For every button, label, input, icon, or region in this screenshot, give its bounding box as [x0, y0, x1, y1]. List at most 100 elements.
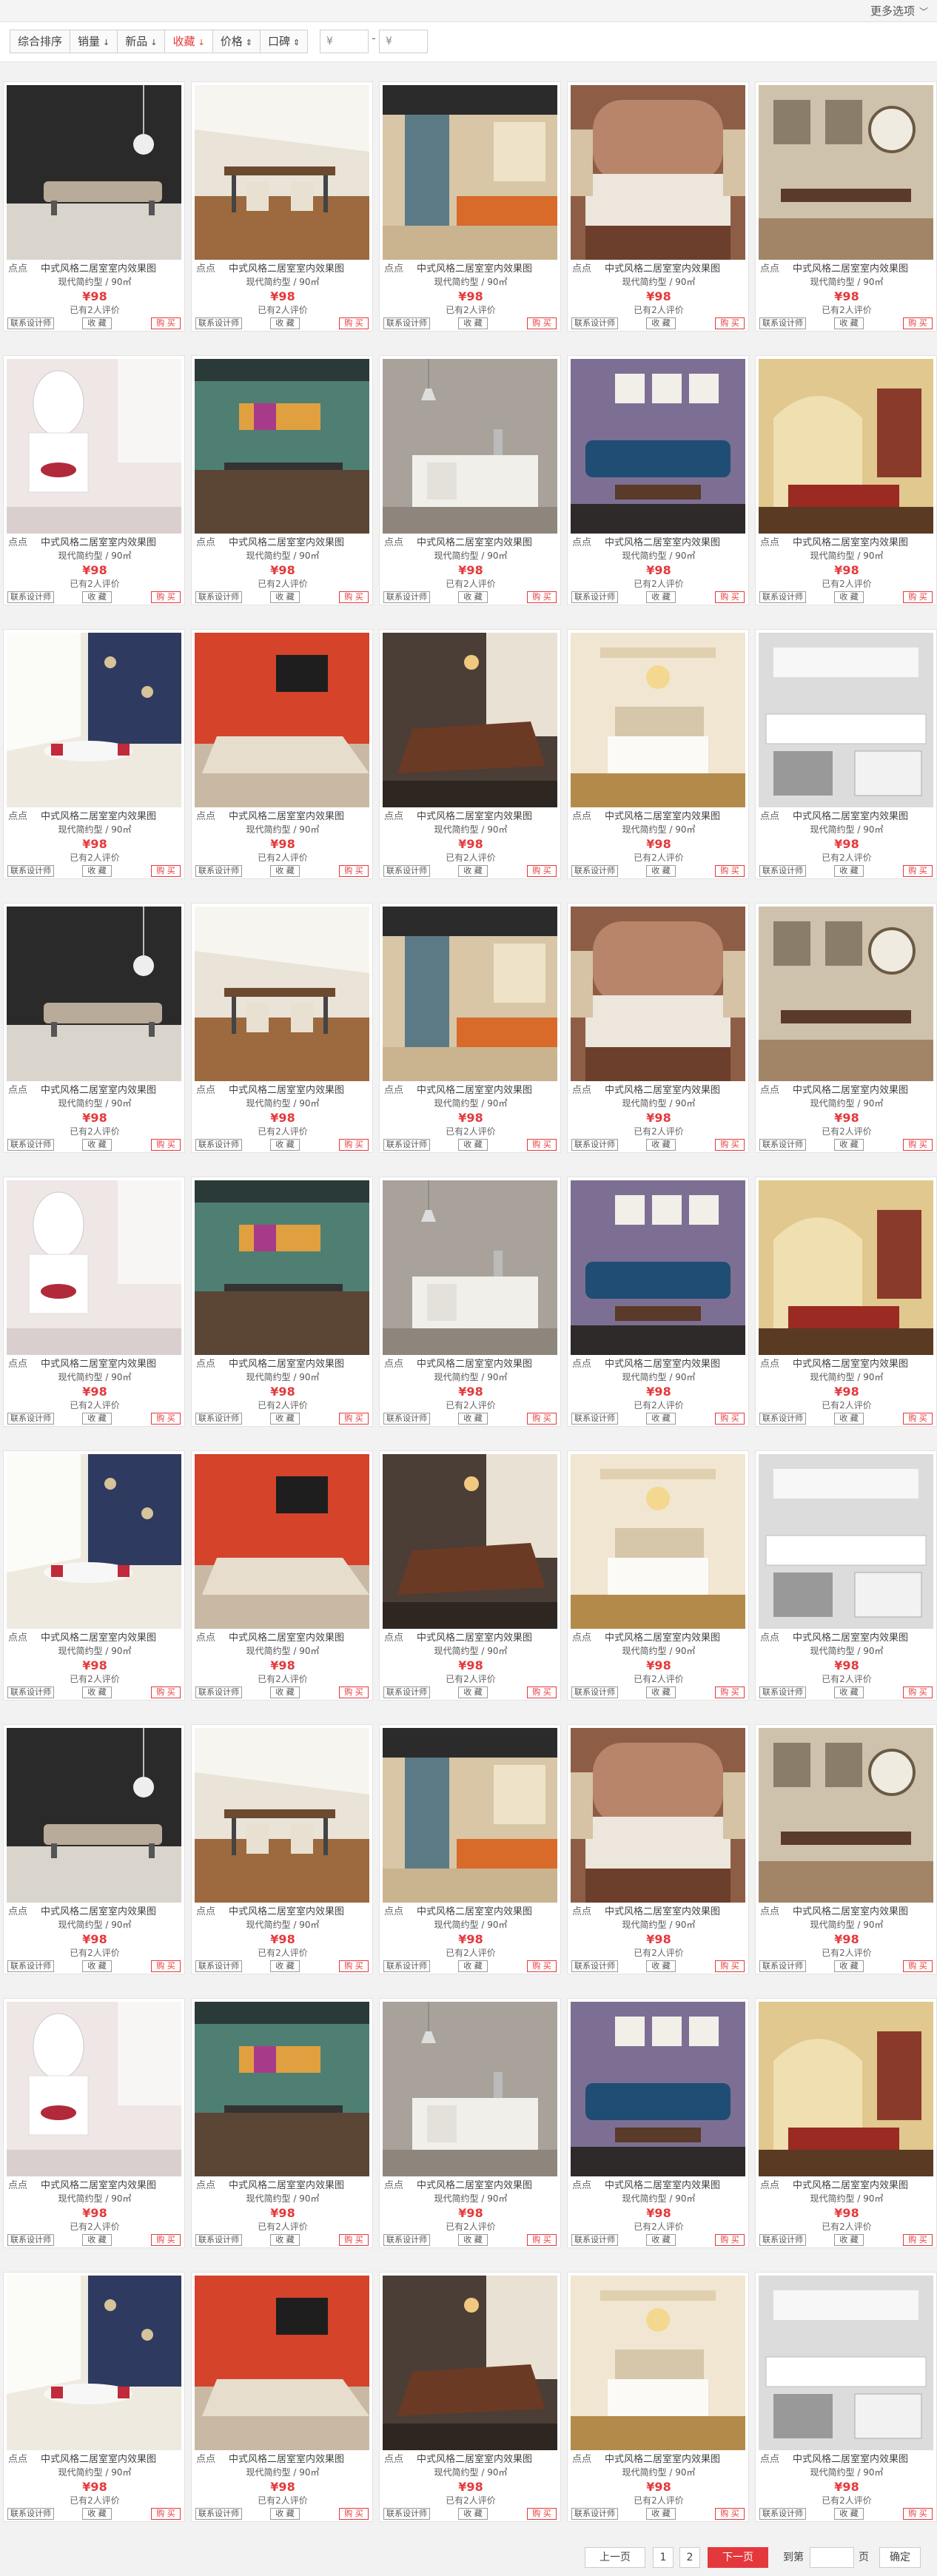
buy-button[interactable]: 购 买 [715, 1686, 745, 1698]
buy-button[interactable]: 购 买 [715, 1139, 745, 1151]
buy-button[interactable]: 购 买 [339, 2508, 369, 2520]
favorite-button[interactable]: 收 藏 [834, 2234, 864, 2246]
product-card[interactable]: 点点 中式风格二居室室内效果图 现代简约型 / 90㎡ ¥98 已有2人评价 联系设计师收… [379, 1450, 561, 1701]
product-image[interactable] [383, 633, 557, 807]
product-card[interactable]: 点点 中式风格二居室室内效果图 现代简约型 / 90㎡ ¥98 已有2人评价 联系设计师收… [755, 2272, 937, 2522]
product-title[interactable]: 点点 中式风格二居室室内效果图 [568, 263, 750, 275]
product-image[interactable] [7, 633, 181, 807]
product-image[interactable] [571, 1728, 745, 1903]
buy-button[interactable]: 购 买 [151, 1960, 181, 1972]
page-2-button[interactable]: 2 [679, 2547, 700, 2568]
buy-button[interactable]: 购 买 [527, 317, 557, 329]
contact-designer-button[interactable]: 联系设计师 [383, 1960, 430, 1972]
product-card[interactable]: 点点 中式风格二居室室内效果图 现代简约型 / 90㎡ ¥98 已有2人评价 联系设计师收… [191, 81, 373, 332]
buy-button[interactable]: 购 买 [903, 1686, 933, 1698]
contact-designer-button[interactable]: 联系设计师 [7, 1960, 54, 1972]
product-card[interactable]: 点点 中式风格二居室室内效果图 现代简约型 / 90㎡ ¥98 已有2人评价 联系设计师收… [191, 2272, 373, 2522]
contact-designer-button[interactable]: 联系设计师 [571, 1960, 618, 1972]
product-title[interactable]: 点点 中式风格二居室室内效果图 [192, 2180, 374, 2192]
product-image[interactable] [195, 1454, 369, 1629]
buy-button[interactable]: 购 买 [903, 591, 933, 603]
product-image[interactable] [759, 1180, 933, 1355]
contact-designer-button[interactable]: 联系设计师 [195, 1139, 242, 1151]
contact-designer-button[interactable]: 联系设计师 [195, 865, 242, 877]
favorite-button[interactable]: 收 藏 [458, 317, 488, 329]
product-card[interactable]: 点点 中式风格二居室室内效果图 现代简约型 / 90㎡ ¥98 已有2人评价 联系设计师收… [567, 903, 749, 1153]
product-image[interactable] [383, 2002, 557, 2176]
buy-button[interactable]: 购 买 [151, 865, 181, 877]
product-card[interactable]: 点点 中式风格二居室室内效果图 现代简约型 / 90㎡ ¥98 已有2人评价 联系设计师收… [379, 1724, 561, 1974]
product-card[interactable]: 点点 中式风格二居室室内效果图 现代简约型 / 90㎡ ¥98 已有2人评价 联系设计师收… [755, 903, 937, 1153]
product-title[interactable]: 点点 中式风格二居室室内效果图 [380, 1085, 562, 1097]
product-card[interactable]: 点点 中式风格二居室室内效果图 现代简约型 / 90㎡ ¥98 已有2人评价 联系设计师收… [567, 1450, 749, 1701]
buy-button[interactable]: 购 买 [339, 317, 369, 329]
favorite-button[interactable]: 收 藏 [834, 2508, 864, 2520]
product-image[interactable] [7, 1454, 181, 1629]
buy-button[interactable]: 购 买 [527, 1139, 557, 1151]
product-card[interactable]: 点点 中式风格二居室室内效果图 现代简约型 / 90㎡ ¥98 已有2人评价 联系设计师收… [191, 1450, 373, 1701]
buy-button[interactable]: 购 买 [151, 1413, 181, 1425]
product-card[interactable]: 点点 中式风格二居室室内效果图 现代简约型 / 90㎡ ¥98 已有2人评价 联系设计师收… [755, 1177, 937, 1427]
product-image[interactable] [195, 2276, 369, 2450]
product-title[interactable]: 点点 中式风格二居室室内效果图 [756, 811, 937, 823]
product-title[interactable]: 点点 中式风格二居室室内效果图 [192, 263, 374, 275]
product-image[interactable] [195, 633, 369, 807]
product-image[interactable] [383, 1454, 557, 1629]
product-title[interactable]: 点点 中式风格二居室室内效果图 [192, 811, 374, 823]
product-title[interactable]: 点点 中式风格二居室室内效果图 [756, 537, 937, 549]
product-card[interactable]: 点点 中式风格二居室室内效果图 现代简约型 / 90㎡ ¥98 已有2人评价 联系设计师收… [191, 1177, 373, 1427]
favorite-button[interactable]: 收 藏 [646, 1413, 676, 1425]
product-title[interactable]: 点点 中式风格二居室室内效果图 [568, 2180, 750, 2192]
contact-designer-button[interactable]: 联系设计师 [571, 865, 618, 877]
product-image[interactable] [7, 359, 181, 534]
buy-button[interactable]: 购 买 [527, 1960, 557, 1972]
product-title[interactable]: 点点 中式风格二居室室内效果图 [756, 1359, 937, 1371]
product-title[interactable]: 点点 中式风格二居室室内效果图 [4, 1906, 186, 1918]
product-title[interactable]: 点点 中式风格二居室室内效果图 [568, 2454, 750, 2466]
favorite-button[interactable]: 收 藏 [458, 1413, 488, 1425]
favorite-button[interactable]: 收 藏 [270, 2508, 300, 2520]
product-image[interactable] [383, 85, 557, 260]
buy-button[interactable]: 购 买 [903, 2234, 933, 2246]
product-image[interactable] [759, 2276, 933, 2450]
product-title[interactable]: 点点 中式风格二居室室内效果图 [4, 811, 186, 823]
product-card[interactable]: 点点 中式风格二居室室内效果图 现代简约型 / 90㎡ ¥98 已有2人评价 联系设计师收… [567, 1998, 749, 2248]
contact-designer-button[interactable]: 联系设计师 [383, 2508, 430, 2520]
product-image[interactable] [7, 2276, 181, 2450]
product-image[interactable] [7, 85, 181, 260]
favorite-button[interactable]: 收 藏 [646, 1686, 676, 1698]
favorite-button[interactable]: 收 藏 [82, 591, 112, 603]
buy-button[interactable]: 购 买 [527, 2508, 557, 2520]
contact-designer-button[interactable]: 联系设计师 [571, 1413, 618, 1425]
buy-button[interactable]: 购 买 [903, 317, 933, 329]
product-title[interactable]: 点点 中式风格二居室室内效果图 [4, 537, 186, 549]
product-card[interactable]: 点点 中式风格二居室室内效果图 现代简约型 / 90㎡ ¥98 已有2人评价 联系设计师收… [191, 1724, 373, 1974]
contact-designer-button[interactable]: 联系设计师 [759, 1686, 806, 1698]
product-image[interactable] [759, 907, 933, 1081]
favorite-button[interactable]: 收 藏 [458, 1960, 488, 1972]
favorite-button[interactable]: 收 藏 [834, 591, 864, 603]
favorite-button[interactable]: 收 藏 [646, 2508, 676, 2520]
buy-button[interactable]: 购 买 [715, 1413, 745, 1425]
contact-designer-button[interactable]: 联系设计师 [571, 1139, 618, 1151]
product-image[interactable] [195, 359, 369, 534]
favorite-button[interactable]: 收 藏 [834, 317, 864, 329]
product-title[interactable]: 点点 中式风格二居室室内效果图 [568, 811, 750, 823]
buy-button[interactable]: 购 买 [903, 2508, 933, 2520]
contact-designer-button[interactable]: 联系设计师 [7, 1686, 54, 1698]
buy-button[interactable]: 购 买 [339, 1139, 369, 1151]
product-card[interactable]: 点点 中式风格二居室室内效果图 现代简约型 / 90㎡ ¥98 已有2人评价 联系设计师收… [3, 903, 185, 1153]
contact-designer-button[interactable]: 联系设计师 [195, 1686, 242, 1698]
buy-button[interactable]: 购 买 [903, 1139, 933, 1151]
contact-designer-button[interactable]: 联系设计师 [759, 1960, 806, 1972]
favorite-button[interactable]: 收 藏 [270, 865, 300, 877]
favorite-button[interactable]: 收 藏 [458, 2508, 488, 2520]
contact-designer-button[interactable]: 联系设计师 [383, 1686, 430, 1698]
product-image[interactable] [7, 1180, 181, 1355]
product-title[interactable]: 点点 中式风格二居室室内效果图 [756, 2180, 937, 2192]
page-1-button[interactable]: 1 [653, 2547, 674, 2568]
buy-button[interactable]: 购 买 [715, 865, 745, 877]
product-title[interactable]: 点点 中式风格二居室室内效果图 [380, 2180, 562, 2192]
product-title[interactable]: 点点 中式风格二居室室内效果图 [756, 1085, 937, 1097]
product-image[interactable] [195, 907, 369, 1081]
